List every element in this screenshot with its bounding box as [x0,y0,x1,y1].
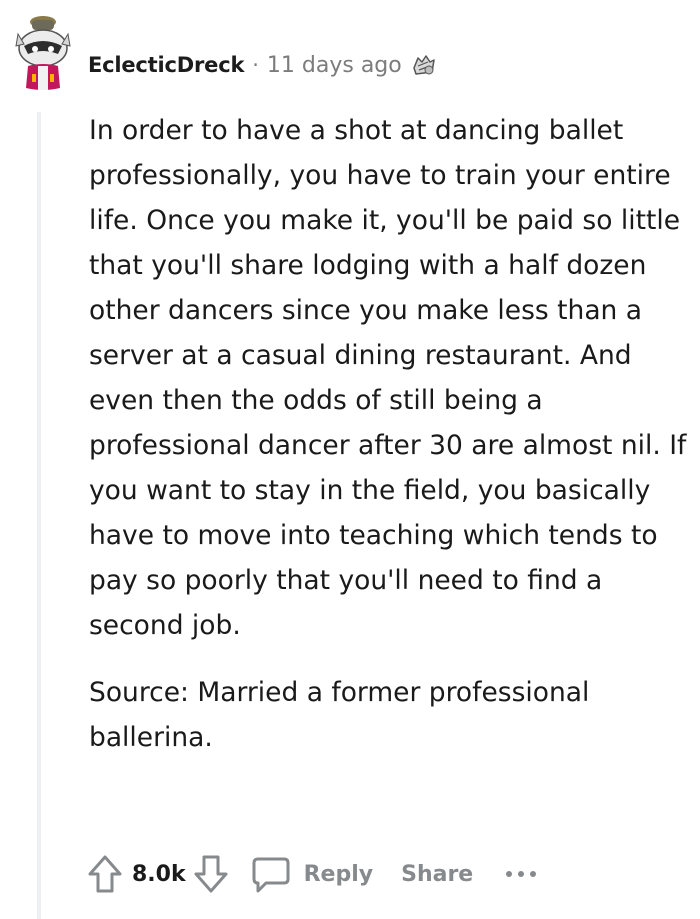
separator: · [252,53,259,77]
more-dots-icon[interactable] [501,864,541,884]
speech-bubble-icon [252,857,290,893]
snoo-avatar-icon [15,16,71,90]
comment-body: In order to have a shot at dancing balle… [89,108,689,782]
username[interactable]: EclecticDreck [88,53,244,77]
upvote-arrow-icon[interactable] [84,851,126,897]
avatar[interactable] [12,14,74,94]
downvote-arrow-icon[interactable] [190,851,232,897]
reply-button[interactable]: Reply [250,853,374,895]
comment: EclecticDreck · 11 days ago In order to … [0,0,700,919]
timestamp[interactable]: 11 days ago [267,53,402,78]
vote-score: 8.0k [132,861,186,887]
comment-paragraph: Source: Married a former professional ba… [89,677,590,753]
reply-label: Reply [303,861,374,887]
thread-line[interactable] [37,112,41,919]
share-button[interactable]: Share [401,862,473,887]
comment-actions: 8.0k Reply Share [84,850,541,898]
comment-header: EclecticDreck · 11 days ago [88,48,438,82]
comment-paragraph: In order to have a shot at dancing balle… [89,115,687,641]
award-icon[interactable] [408,50,438,80]
